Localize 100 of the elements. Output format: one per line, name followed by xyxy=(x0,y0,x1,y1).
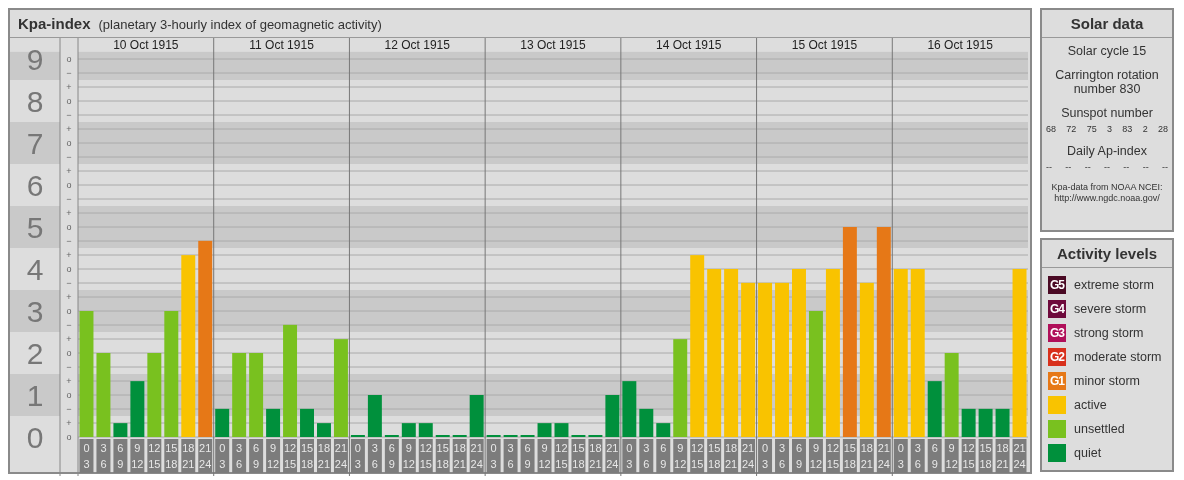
x-tick-label: 0 3 xyxy=(761,442,769,470)
x-tick-label: 0 3 xyxy=(490,442,497,470)
minor-tick-label: o xyxy=(66,138,72,148)
x-tick-label: 6 9 xyxy=(660,442,667,470)
date-label: 14 Oct 1915 xyxy=(656,38,722,52)
sunspot-value: 3 xyxy=(1107,124,1112,134)
x-tick-label: 6 9 xyxy=(524,442,531,470)
x-tick-label: 3 6 xyxy=(100,442,107,470)
level-badge: G3 xyxy=(1048,324,1066,342)
time-label: 3 6 xyxy=(775,439,789,473)
y-tick-label: 2 xyxy=(26,337,44,370)
minor-tick-label: − xyxy=(66,362,72,372)
time-label: 12 15 xyxy=(283,439,298,473)
time-label: 3 6 xyxy=(503,439,518,473)
x-tick-label: 3 6 xyxy=(643,442,650,470)
time-label: 9 12 xyxy=(266,439,281,473)
minor-tick-label: − xyxy=(66,110,72,120)
date-label: 11 Oct 1915 xyxy=(249,38,314,52)
time-label: 21 24 xyxy=(198,439,213,473)
time-label: 21 24 xyxy=(333,439,348,473)
sunspot-value: 2 xyxy=(1142,124,1148,134)
kp-bar xyxy=(639,408,654,437)
minor-tick-label: o xyxy=(66,348,72,358)
level-badge: G1 xyxy=(1048,372,1066,390)
time-label: 12 15 xyxy=(690,439,705,473)
kp-bar xyxy=(605,395,620,437)
minor-tick-label: + xyxy=(66,376,72,386)
date-label: 15 Oct 1915 xyxy=(791,38,858,52)
minor-tick-label: − xyxy=(66,68,72,78)
y-tick-label: 6 xyxy=(26,169,44,202)
ap-index-heading: Daily Ap-index xyxy=(1067,144,1147,158)
kp-bar xyxy=(418,423,433,437)
kp-bar xyxy=(656,423,671,437)
y-tick-label: 7 xyxy=(26,127,44,160)
time-label: 3 6 xyxy=(639,439,654,473)
x-tick-label: 6 9 xyxy=(931,442,938,470)
time-label: 6 9 xyxy=(792,439,806,473)
minor-tick-label: + xyxy=(66,208,72,218)
time-label: 3 6 xyxy=(96,439,111,473)
time-label: 15 18 xyxy=(707,439,722,473)
x-tick-label: 0 3 xyxy=(354,442,361,470)
minor-tick-label: − xyxy=(66,278,72,288)
time-label: 6 9 xyxy=(927,439,942,473)
sunspot-value: 83 xyxy=(1122,124,1133,134)
kp-bar xyxy=(537,423,552,437)
sunspot-heading: Sunspot number xyxy=(1061,106,1153,120)
date-label: 16 Oct 1915 xyxy=(927,38,993,52)
time-label: 0 3 xyxy=(486,439,501,473)
x-tick-label: 3 6 xyxy=(371,442,378,470)
time-label: 0 3 xyxy=(215,439,230,473)
minor-tick-label: + xyxy=(66,418,72,428)
kp-bar xyxy=(469,395,484,437)
time-label: 15 18 xyxy=(300,439,314,473)
level-label: quiet xyxy=(1074,446,1102,460)
time-label: 15 18 xyxy=(164,439,179,473)
ap-index-value: -- xyxy=(1161,162,1168,172)
time-label: 0 3 xyxy=(622,439,637,473)
time-label: 9 12 xyxy=(130,439,145,473)
date-label: 13 Oct 1915 xyxy=(520,38,586,52)
time-label: 21 24 xyxy=(605,439,620,473)
level-label: unsettled xyxy=(1074,422,1125,436)
time-label: 15 18 xyxy=(435,439,450,473)
minor-tick-label: − xyxy=(66,320,72,330)
y-tick-label: 0 xyxy=(26,421,44,454)
sunspot-value: 68 xyxy=(1046,124,1056,134)
ap-index-value: -- xyxy=(1084,162,1091,172)
time-label: 12 15 xyxy=(418,439,433,473)
time-label: 15 18 xyxy=(571,439,586,473)
kp-bar xyxy=(622,381,637,437)
minor-tick-label: − xyxy=(66,404,72,414)
minor-tick-label: o xyxy=(66,264,72,274)
solar-cycle: Solar cycle 15 xyxy=(1067,44,1147,58)
minor-tick-label: + xyxy=(66,166,72,176)
time-label: 18 21 xyxy=(317,439,331,473)
minor-tick-label: + xyxy=(66,334,72,344)
kp-bar xyxy=(317,423,331,437)
sunspot-value: 72 xyxy=(1066,124,1077,134)
x-tick-label: 0 3 xyxy=(83,442,90,470)
axis-stripe xyxy=(10,290,60,332)
time-label: 9 12 xyxy=(808,439,823,473)
time-label: 15 18 xyxy=(978,439,993,473)
y-tick-label: 5 xyxy=(26,211,44,244)
time-label: 9 12 xyxy=(401,439,416,473)
y-tick-label: 3 xyxy=(26,295,44,328)
x-tick-label: 0 3 xyxy=(897,442,904,470)
time-label: 6 9 xyxy=(520,439,535,473)
minor-tick-label: o xyxy=(66,390,72,400)
time-label: 18 21 xyxy=(452,439,467,473)
time-label: 12 15 xyxy=(825,439,840,473)
x-tick-label: 6 9 xyxy=(253,442,260,470)
axis-stripe xyxy=(10,122,60,164)
time-label: 3 6 xyxy=(367,439,382,473)
time-label: 9 12 xyxy=(537,439,552,473)
minor-tick-label: + xyxy=(66,124,72,134)
time-label: 21 24 xyxy=(469,439,484,473)
axis-stripe xyxy=(10,206,60,248)
time-label: 12 15 xyxy=(961,439,976,473)
sunspot-value: 28 xyxy=(1157,124,1168,134)
time-label: 0 3 xyxy=(79,439,94,473)
level-badge: G2 xyxy=(1048,348,1066,366)
